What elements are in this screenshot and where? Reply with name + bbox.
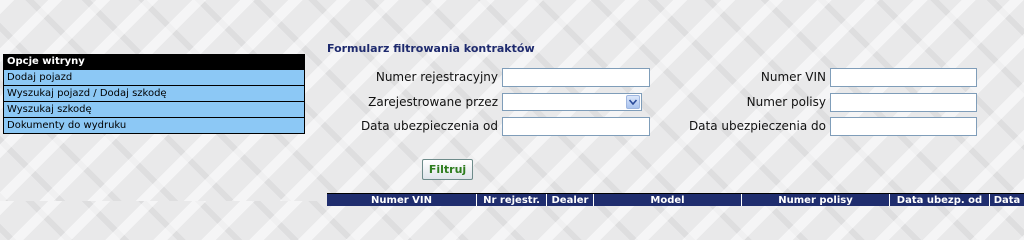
numer-vin-label: Numer VIN bbox=[760, 70, 826, 84]
data-ubezpieczenia-od-input[interactable] bbox=[502, 117, 650, 136]
data-ubezpieczenia-do-input[interactable] bbox=[830, 117, 977, 136]
chevron-down-icon[interactable] bbox=[626, 95, 640, 109]
results-table-header: Numer VIN Nr rejestr. Dealer Model Numer… bbox=[327, 193, 1024, 206]
column-header-dealer[interactable]: Dealer bbox=[547, 194, 594, 206]
zarejestrowane-przez-label: Zarejestrowane przez bbox=[368, 95, 498, 109]
site-options-title: Opcje witryny bbox=[4, 55, 304, 70]
numer-polisy-label: Numer polisy bbox=[746, 95, 826, 109]
column-header-numer-vin[interactable]: Numer VIN bbox=[327, 194, 477, 206]
column-header-data-ubezp-od[interactable]: Data ubezp. od bbox=[890, 194, 990, 206]
data-ubezpieczenia-od-label: Data ubezpieczenia od bbox=[360, 119, 498, 133]
numer-vin-input[interactable] bbox=[830, 68, 977, 87]
column-header-nr-rejestr[interactable]: Nr rejestr. bbox=[477, 194, 547, 206]
sidebar-item-dodaj-pojazd[interactable]: Dodaj pojazd bbox=[4, 70, 304, 86]
site-options-menu: Opcje witryny Dodaj pojazd Wyszukaj poja… bbox=[3, 54, 305, 134]
numer-rejestracyjny-label: Numer rejestracyjny bbox=[375, 70, 498, 84]
filter-button[interactable]: Filtruj bbox=[422, 159, 473, 180]
form-title: Formularz filtrowania kontraktów bbox=[327, 42, 535, 55]
zarejestrowane-przez-select[interactable] bbox=[502, 93, 642, 111]
column-header-data[interactable]: Data bbox=[990, 194, 1024, 206]
column-header-model[interactable]: Model bbox=[594, 194, 742, 206]
sidebar-item-wyszukaj-pojazd[interactable]: Wyszukaj pojazd / Dodaj szkodę bbox=[4, 86, 304, 102]
sidebar-item-dokumenty[interactable]: Dokumenty do wydruku bbox=[4, 118, 304, 133]
numer-rejestracyjny-input[interactable] bbox=[502, 68, 650, 87]
numer-polisy-input[interactable] bbox=[830, 93, 977, 112]
data-ubezpieczenia-do-label: Data ubezpieczenia do bbox=[688, 119, 826, 133]
sidebar-item-wyszukaj-szkode[interactable]: Wyszukaj szkodę bbox=[4, 102, 304, 118]
zarejestrowane-przez-value bbox=[503, 99, 506, 112]
column-header-numer-polisy[interactable]: Numer polisy bbox=[742, 194, 890, 206]
